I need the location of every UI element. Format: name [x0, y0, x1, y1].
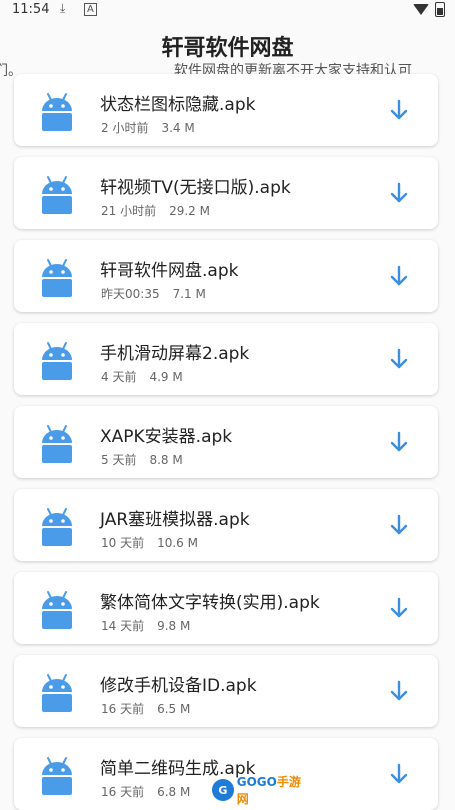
watermark-text-en: GOGO: [236, 775, 277, 789]
file-size: 6.5 M: [157, 702, 191, 716]
file-size: 10.6 M: [157, 536, 198, 550]
android-icon: [38, 589, 76, 629]
file-name: 轩哥软件网盘.apk: [100, 261, 239, 281]
file-time: 5 天前: [101, 453, 137, 467]
file-card[interactable]: 繁体简体文字转换(实用).apk 14 天前 9.8 M: [14, 572, 438, 644]
file-name: 繁体简体文字转换(实用).apk: [100, 593, 320, 613]
android-icon: [38, 174, 76, 214]
download-notification-icon: ⤓: [60, 1, 66, 15]
download-icon[interactable]: [388, 181, 410, 205]
android-icon: [38, 423, 76, 463]
download-icon[interactable]: [388, 513, 410, 537]
file-name: 手机滑动屏幕2.apk: [100, 344, 250, 364]
battery-icon: [435, 2, 445, 17]
file-name: 修改手机设备ID.apk: [100, 676, 257, 696]
file-time: 10 天前: [101, 536, 145, 550]
android-icon: [38, 340, 76, 380]
android-icon: [38, 506, 76, 546]
file-card[interactable]: 轩哥软件网盘.apk 昨天00:35 7.1 M: [14, 240, 438, 312]
android-icon: [38, 755, 76, 795]
wifi-icon: [413, 4, 429, 15]
file-name: XAPK安装器.apk: [100, 427, 233, 447]
android-icon: [38, 257, 76, 297]
file-meta: 16 天前 6.8 M: [101, 783, 190, 800]
file-time: 4 天前: [101, 370, 137, 384]
file-size: 6.8 M: [157, 785, 191, 799]
watermark: G GOGO手游网: [212, 773, 312, 807]
download-icon[interactable]: [388, 347, 410, 371]
app-notification-icon: A: [84, 3, 97, 16]
file-meta: 4 天前 4.9 M: [101, 368, 183, 385]
file-time: 21 小时前: [101, 204, 157, 218]
file-time: 16 天前: [101, 785, 145, 799]
file-meta: 10 天前 10.6 M: [101, 534, 198, 551]
file-meta: 5 天前 8.8 M: [101, 451, 183, 468]
file-card[interactable]: 修改手机设备ID.apk 16 天前 6.5 M: [14, 655, 438, 727]
file-meta: 16 天前 6.5 M: [101, 700, 190, 717]
file-size: 29.2 M: [169, 204, 210, 218]
file-name: 轩视频TV(无接口版).apk: [100, 178, 291, 198]
watermark-logo-icon: G: [212, 779, 234, 801]
download-icon[interactable]: [388, 596, 410, 620]
download-icon[interactable]: [388, 98, 410, 122]
file-size: 9.8 M: [157, 619, 191, 633]
download-icon[interactable]: [388, 430, 410, 454]
file-meta: 14 天前 9.8 M: [101, 617, 190, 634]
file-size: 7.1 M: [172, 287, 206, 301]
file-card[interactable]: 轩视频TV(无接口版).apk 21 小时前 29.2 M: [14, 157, 438, 229]
file-name: JAR塞班模拟器.apk: [100, 510, 250, 530]
file-meta: 昨天00:35 7.1 M: [101, 285, 206, 302]
file-card[interactable]: JAR塞班模拟器.apk 10 天前 10.6 M: [14, 489, 438, 561]
file-card[interactable]: 手机滑动屏幕2.apk 4 天前 4.9 M: [14, 323, 438, 395]
status-time: 11:54: [12, 2, 50, 17]
file-time: 2 小时前: [101, 121, 149, 135]
file-size: 4.9 M: [149, 370, 183, 384]
download-icon[interactable]: [388, 762, 410, 786]
file-time: 14 天前: [101, 619, 145, 633]
status-bar: 11:54 ⤓ A: [0, 0, 455, 22]
file-card[interactable]: 状态栏图标隐藏.apk 2 小时前 3.4 M: [14, 74, 438, 146]
file-size: 8.8 M: [149, 453, 183, 467]
file-name: 状态栏图标隐藏.apk: [100, 95, 256, 115]
download-icon[interactable]: [388, 264, 410, 288]
file-meta: 21 小时前 29.2 M: [101, 202, 210, 219]
file-meta: 2 小时前 3.4 M: [101, 119, 195, 136]
watermark-text: GOGO手游网: [237, 773, 312, 807]
download-icon[interactable]: [388, 679, 410, 703]
file-time: 16 天前: [101, 702, 145, 716]
page-title: 轩哥软件网盘: [161, 36, 294, 61]
file-size: 3.4 M: [161, 121, 195, 135]
file-time: 昨天00:35: [101, 287, 160, 301]
file-card[interactable]: XAPK安装器.apk 5 天前 8.8 M: [14, 406, 438, 478]
android-icon: [38, 91, 76, 131]
android-icon: [38, 672, 76, 712]
